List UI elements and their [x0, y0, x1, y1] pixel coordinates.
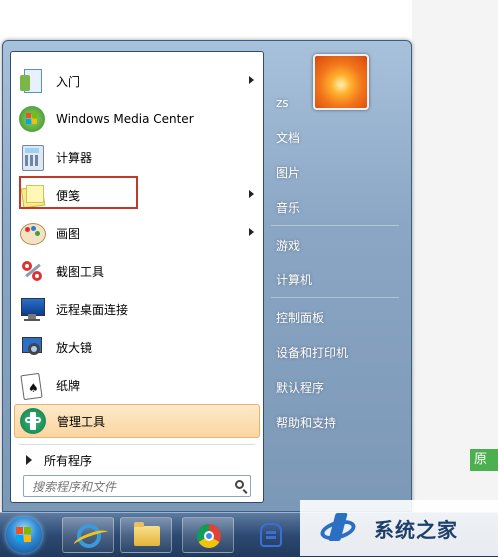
program-label: 便笺	[56, 188, 81, 203]
program-label: 计算器	[56, 150, 93, 165]
place-games[interactable]: 游戏	[269, 233, 399, 257]
folder-icon	[134, 522, 160, 546]
program-admin-tools[interactable]: 管理工具	[14, 404, 260, 438]
program-label: 纸牌	[56, 378, 81, 393]
program-solitaire[interactable]: ♠ 纸牌	[14, 368, 260, 402]
places-separator	[271, 297, 399, 298]
paint-icon	[18, 219, 46, 247]
places-separator	[271, 225, 399, 226]
internet-explorer-icon	[77, 524, 101, 548]
windows-flag-icon	[16, 527, 32, 543]
place-label: 默认程序	[276, 380, 325, 395]
place-user-folder[interactable]: zs	[269, 91, 399, 115]
calculator-icon	[18, 143, 46, 171]
start-button[interactable]	[6, 517, 42, 553]
background-window-panel	[412, 0, 498, 520]
taskbar-app[interactable]	[244, 517, 296, 553]
place-label: 文档	[276, 130, 301, 145]
taskbar-internet-explorer[interactable]	[62, 517, 114, 553]
expand-arrow-icon	[26, 455, 32, 465]
admin-tools-icon	[19, 407, 47, 435]
program-paint[interactable]: 画图	[14, 216, 260, 250]
search-icon[interactable]	[235, 480, 244, 489]
search-input[interactable]	[30, 477, 230, 497]
place-label: 图片	[276, 165, 301, 180]
program-label: 截图工具	[56, 264, 105, 279]
submenu-arrow-icon[interactable]	[249, 228, 254, 236]
media-center-icon	[18, 105, 46, 133]
watermark-text: 系统之家	[374, 517, 458, 542]
start-menu: 入门 Windows Media Center 计算器 便笺 画图 截图工具 远…	[2, 40, 412, 537]
submenu-arrow-icon[interactable]	[249, 76, 254, 84]
program-snipping-tool[interactable]: 截图工具	[14, 254, 260, 288]
submenu-arrow-icon[interactable]	[249, 190, 254, 198]
program-label: Windows Media Center	[56, 112, 194, 126]
place-label: 控制面板	[276, 310, 325, 325]
place-label: 设备和打印机	[276, 345, 349, 360]
watermark-logo-icon	[320, 513, 360, 543]
program-calculator[interactable]: 计算器	[14, 140, 260, 174]
program-label: 画图	[56, 226, 81, 241]
place-label: 帮助和支持	[276, 415, 337, 430]
program-getting-started[interactable]: 入门	[14, 64, 260, 98]
side-tag: 原	[470, 449, 498, 471]
place-label: 计算机	[276, 272, 313, 287]
place-pictures[interactable]: 图片	[269, 160, 399, 184]
watermark: 系统之家	[300, 500, 498, 556]
program-magnifier[interactable]: 放大镜	[14, 330, 260, 364]
place-default-programs[interactable]: 默认程序	[269, 375, 399, 399]
place-music[interactable]: 音乐	[269, 195, 399, 219]
program-label: 管理工具	[57, 414, 106, 429]
all-programs-label: 所有程序	[44, 453, 93, 468]
place-control-panel[interactable]: 控制面板	[269, 305, 399, 329]
magnifier-icon	[18, 333, 46, 361]
programs-pane: 入门 Windows Media Center 计算器 便笺 画图 截图工具 远…	[10, 51, 264, 503]
taskbar-file-explorer[interactable]	[120, 517, 172, 553]
place-computer[interactable]: 计算机	[269, 267, 399, 291]
program-label: 远程桌面连接	[56, 302, 129, 317]
place-label: zs	[276, 96, 289, 110]
place-documents[interactable]: 文档	[269, 125, 399, 149]
solitaire-icon: ♠	[18, 371, 46, 401]
snipping-tool-icon	[18, 257, 46, 285]
program-windows-media-center[interactable]: Windows Media Center	[14, 102, 260, 136]
getting-started-icon	[18, 67, 46, 95]
taskbar-chrome[interactable]	[182, 517, 234, 553]
program-label: 放大镜	[56, 340, 93, 355]
chrome-icon	[197, 524, 221, 548]
program-label: 入门	[56, 74, 81, 89]
search-box[interactable]	[23, 475, 251, 497]
program-sticky-notes[interactable]: 便笺	[14, 178, 260, 212]
remote-desktop-icon	[18, 295, 46, 323]
place-help-support[interactable]: 帮助和支持	[269, 410, 399, 434]
programs-separator	[19, 444, 255, 445]
place-label: 音乐	[276, 200, 301, 215]
place-label: 游戏	[276, 238, 301, 253]
program-remote-desktop[interactable]: 远程桌面连接	[14, 292, 260, 326]
place-devices-printers[interactable]: 设备和打印机	[269, 340, 399, 364]
all-programs-button[interactable]: 所有程序	[14, 448, 260, 472]
app-icon	[260, 523, 282, 547]
sticky-notes-icon	[18, 181, 46, 209]
